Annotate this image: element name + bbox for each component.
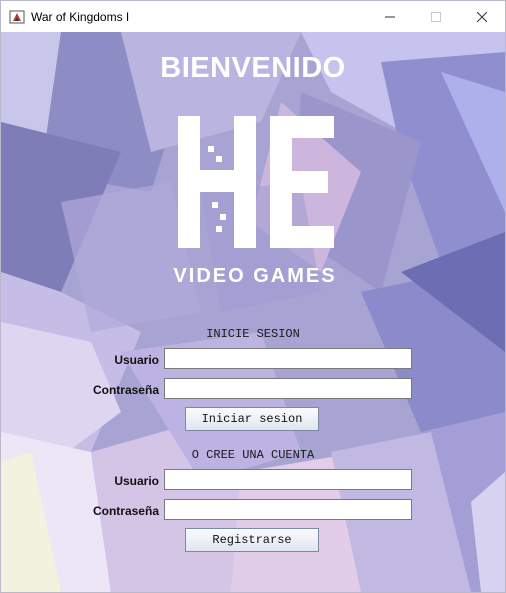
welcome-heading: BIENVENIDO xyxy=(160,52,346,84)
window-controls xyxy=(367,1,505,32)
title-bar[interactable]: War of Kingdoms I xyxy=(1,1,505,32)
register-username-label: Usuario xyxy=(114,474,159,488)
minimize-icon xyxy=(385,16,395,17)
register-username-input[interactable] xyxy=(164,469,412,490)
window-title: War of Kingdoms I xyxy=(31,9,130,24)
register-password-input[interactable] xyxy=(164,499,412,520)
login-panel: BIENVENIDO VIDEO GAMES INICIE SESION Usu… xyxy=(1,32,505,592)
app-window: War of Kingdoms I BIENVENIDO VIDEO GAMES… xyxy=(0,0,506,593)
java-app-icon xyxy=(9,10,25,23)
close-button[interactable] xyxy=(459,1,505,32)
login-password-input[interactable] xyxy=(164,378,412,399)
register-button[interactable]: Registrarse xyxy=(185,528,319,552)
login-username-input[interactable] xyxy=(164,348,412,369)
he-video-games-logo: VIDEO GAMES xyxy=(173,116,336,286)
close-icon xyxy=(477,11,487,22)
login-username-label: Usuario xyxy=(114,353,159,367)
logo-subtitle: VIDEO GAMES xyxy=(173,265,336,286)
login-section-title: INICIE SESION xyxy=(206,327,300,341)
login-password-label: Contraseña xyxy=(92,383,159,397)
maximize-icon xyxy=(431,11,441,22)
minimize-button[interactable] xyxy=(367,1,413,32)
maximize-button[interactable] xyxy=(413,1,459,32)
register-password-label: Contraseña xyxy=(92,504,159,518)
login-button[interactable]: Iniciar sesion xyxy=(185,407,319,431)
register-section-title: O CREE UNA CUENTA xyxy=(191,448,315,462)
